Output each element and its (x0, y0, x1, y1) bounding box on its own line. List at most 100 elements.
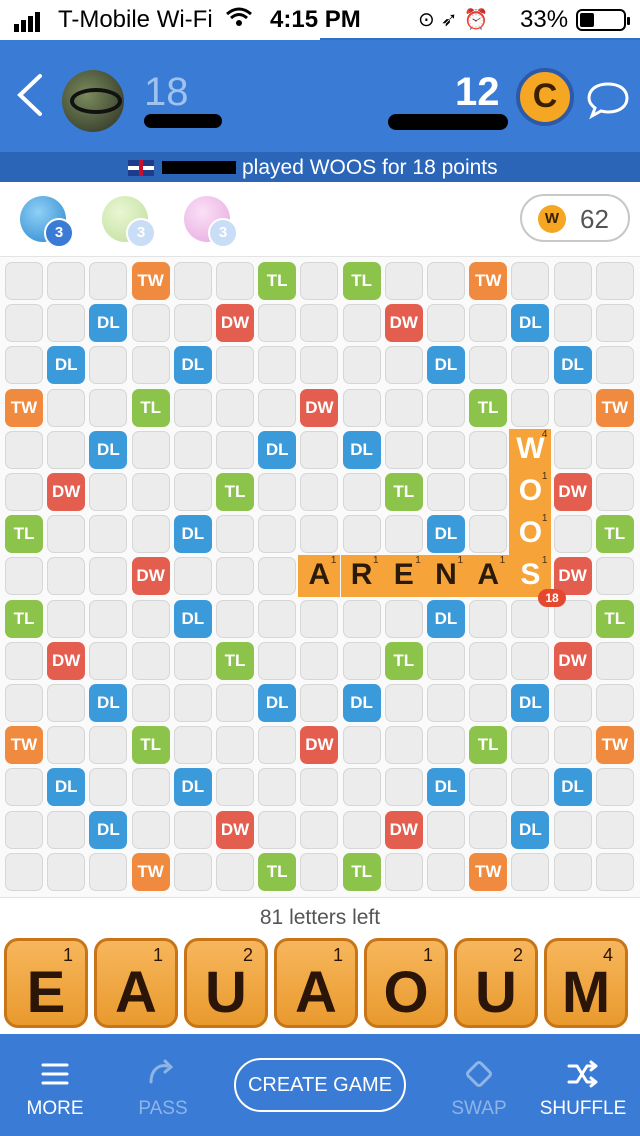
board-square[interactable] (216, 557, 254, 596)
opponent-avatar[interactable]: C (516, 68, 574, 126)
bonus-square-dl[interactable]: DL (553, 346, 592, 385)
board-square[interactable] (47, 557, 86, 596)
board-square[interactable] (595, 262, 634, 300)
board-square[interactable] (173, 473, 212, 511)
bonus-square-tl[interactable]: TL (258, 852, 297, 891)
board-square[interactable] (300, 810, 339, 849)
bonus-square-dl[interactable]: DL (427, 346, 465, 385)
bonus-square-dw[interactable]: DW (216, 810, 254, 849)
board-square[interactable] (89, 852, 128, 891)
board-square[interactable] (553, 430, 592, 469)
board-square[interactable] (553, 810, 592, 849)
board-square[interactable] (511, 262, 550, 300)
board-square[interactable] (5, 430, 43, 469)
board-square[interactable] (258, 388, 297, 427)
board-square[interactable] (595, 852, 634, 891)
board-square[interactable] (173, 304, 212, 343)
rack-tile[interactable]: U2 (184, 938, 268, 1028)
board-square[interactable] (173, 852, 212, 891)
rack-tile[interactable]: A1 (94, 938, 178, 1028)
board-square[interactable] (427, 473, 465, 511)
bonus-square-dl[interactable]: DL (427, 768, 465, 807)
board-square[interactable] (511, 768, 550, 807)
bonus-square-dl[interactable]: DL (258, 684, 297, 722)
board-square[interactable] (427, 810, 465, 849)
bonus-square-tl[interactable]: TL (469, 726, 508, 765)
board-square[interactable] (131, 430, 170, 469)
board-square[interactable] (89, 726, 128, 765)
board-square[interactable] (595, 684, 634, 722)
bonus-square-dl[interactable]: DL (173, 768, 212, 807)
board-square[interactable] (47, 262, 86, 300)
chat-button[interactable] (586, 80, 630, 120)
board-square[interactable] (5, 768, 43, 807)
board-square[interactable] (216, 726, 254, 765)
board-square[interactable] (384, 768, 423, 807)
bonus-square-dw[interactable]: DW (47, 473, 86, 511)
board-square[interactable] (427, 304, 465, 343)
bonus-square-dw[interactable]: DW (131, 557, 170, 596)
board-square[interactable] (553, 852, 592, 891)
board-square[interactable] (258, 726, 297, 765)
board-square[interactable] (47, 726, 86, 765)
bonus-square-tw[interactable]: TW (5, 726, 43, 765)
board-square[interactable] (469, 599, 508, 638)
bonus-square-dl[interactable]: DL (258, 430, 297, 469)
board-square[interactable] (47, 515, 86, 554)
bonus-square-dw[interactable]: DW (384, 810, 423, 849)
bonus-square-dl[interactable]: DL (511, 684, 550, 722)
board-square[interactable] (469, 430, 508, 469)
board-square[interactable] (216, 768, 254, 807)
bonus-square-tl[interactable]: TL (342, 262, 381, 300)
board-square[interactable] (511, 388, 550, 427)
bonus-square-tl[interactable]: TL (216, 641, 254, 680)
bonus-square-dl[interactable]: DL (342, 684, 381, 722)
board-square[interactable] (342, 810, 381, 849)
board-square[interactable] (173, 388, 212, 427)
board-square[interactable] (300, 641, 339, 680)
more-button[interactable]: MORE (0, 1034, 110, 1136)
bonus-square-tw[interactable]: TW (595, 388, 634, 427)
bonus-square-dl[interactable]: DL (173, 515, 212, 554)
board-square[interactable] (469, 473, 508, 511)
board-square[interactable] (173, 810, 212, 849)
board-square[interactable] (427, 684, 465, 722)
board-square[interactable] (300, 262, 339, 300)
board-square[interactable] (342, 473, 381, 511)
board-square[interactable] (258, 557, 297, 596)
board-square[interactable] (5, 262, 43, 300)
board-square[interactable] (173, 430, 212, 469)
board-square[interactable] (595, 473, 634, 511)
bonus-square-dl[interactable]: DL (553, 768, 592, 807)
game-board[interactable]: TW TL TL TW DL DW DW DL DL DL DL DL TW TL DW TL TW DL DL DL… (0, 256, 640, 898)
bonus-square-dl[interactable]: DL (47, 768, 86, 807)
bonus-square-dl[interactable]: DL (427, 515, 465, 554)
board-square[interactable] (131, 346, 170, 385)
board-square[interactable] (553, 726, 592, 765)
board-square[interactable] (89, 262, 128, 300)
board-square[interactable] (384, 684, 423, 722)
bonus-square-tl[interactable]: TL (384, 641, 423, 680)
bonus-square-tw[interactable]: TW (5, 388, 43, 427)
board-square[interactable] (173, 684, 212, 722)
board-square[interactable] (469, 304, 508, 343)
board-square[interactable] (553, 684, 592, 722)
board-square[interactable] (342, 599, 381, 638)
board-square[interactable] (216, 388, 254, 427)
board-square[interactable] (89, 599, 128, 638)
board-square[interactable] (89, 515, 128, 554)
board-square[interactable] (258, 768, 297, 807)
board-square[interactable] (595, 346, 634, 385)
board-square[interactable] (47, 852, 86, 891)
board-square[interactable] (342, 515, 381, 554)
bonus-square-tw[interactable]: TW (469, 852, 508, 891)
bonus-square-dl[interactable]: DL (47, 346, 86, 385)
board-square[interactable] (131, 810, 170, 849)
create-game-button[interactable]: CREATE GAME (234, 1058, 406, 1112)
bonus-square-dl[interactable]: DL (89, 810, 128, 849)
board-square[interactable] (131, 684, 170, 722)
back-button[interactable] (10, 70, 50, 120)
board-square[interactable] (342, 768, 381, 807)
board-square[interactable] (131, 515, 170, 554)
coin-balance[interactable]: W 62 (520, 194, 630, 242)
